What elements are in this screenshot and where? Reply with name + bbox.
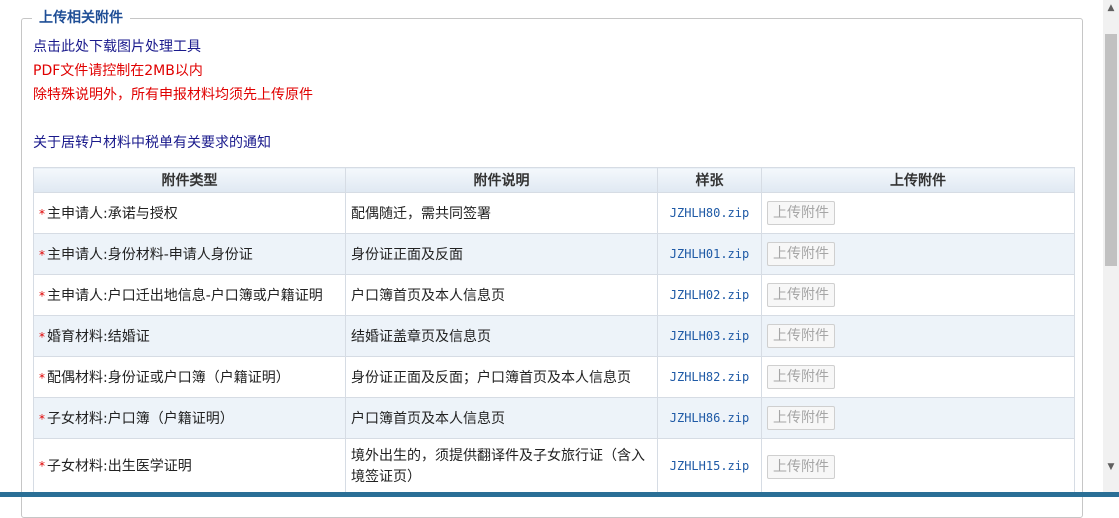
upload-cell: 上传附件 [761, 315, 1075, 357]
bottom-bar [0, 492, 1119, 497]
desc-cell: 户口簿首页及本人信息页 [345, 397, 658, 439]
type-label: 婚育材料:结婚证 [47, 329, 150, 345]
sample-download-link[interactable]: JZHLH01.zip [670, 247, 749, 261]
sample-cell: JZHLH02.zip [657, 274, 762, 316]
desc-cell: 身份证正面及反面 [345, 233, 658, 275]
required-mark: * [39, 412, 45, 426]
sample-download-link[interactable]: JZHLH03.zip [670, 329, 749, 343]
type-label: 主申请人:承诺与授权 [47, 206, 178, 222]
vertical-scrollbar[interactable]: ▲ ▼ [1103, 0, 1119, 497]
required-mark: * [39, 371, 45, 385]
sample-download-link[interactable]: JZHLH15.zip [670, 459, 749, 473]
upload-cell: 上传附件 [761, 274, 1075, 316]
table-row: * 婚育材料:结婚证 结婚证盖章页及信息页 JZHLH03.zip 上传附件 [33, 315, 1075, 357]
sample-download-link[interactable]: JZHLH80.zip [670, 206, 749, 220]
sample-cell: JZHLH82.zip [657, 356, 762, 398]
upload-attachment-button[interactable]: 上传附件 [767, 283, 835, 307]
type-cell: * 配偶材料:身份证或户口簿（户籍证明） [33, 356, 346, 398]
type-label: 主申请人:户口迁出地信息-户口簿或户籍证明 [47, 288, 323, 304]
upload-cell: 上传附件 [761, 438, 1075, 495]
table-row: * 子女材料:出生医学证明 境外出生的，须提供翻译件及子女旅行证（含入境签证页） … [33, 438, 1075, 495]
sample-cell: JZHLH03.zip [657, 315, 762, 357]
header-desc: 附件说明 [345, 167, 658, 193]
tax-notice-link[interactable]: 关于居转户材料中税单有关要求的通知 [33, 133, 271, 153]
sample-cell: JZHLH86.zip [657, 397, 762, 439]
upload-attachment-button[interactable]: 上传附件 [767, 365, 835, 389]
type-cell: * 主申请人:户口迁出地信息-户口簿或户籍证明 [33, 274, 346, 316]
table-row: * 主申请人:身份材料-申请人身份证 身份证正面及反面 JZHLH01.zip 上… [33, 233, 1075, 275]
pdf-limit-note: PDF文件请控制在2MB以内 [33, 63, 203, 79]
type-label: 主申请人:身份材料-申请人身份证 [47, 247, 253, 263]
section-title: 上传相关附件 [32, 8, 130, 28]
upload-cell: 上传附件 [761, 233, 1075, 275]
desc-cell: 境外出生的，须提供翻译件及子女旅行证（含入境签证页） [345, 438, 658, 495]
scroll-down-icon[interactable]: ▼ [1103, 459, 1119, 475]
sample-download-link[interactable]: JZHLH86.zip [670, 411, 749, 425]
header-type: 附件类型 [33, 167, 346, 193]
type-label: 配偶材料:身份证或户口簿（户籍证明） [47, 370, 290, 386]
sample-cell: JZHLH80.zip [657, 192, 762, 234]
header-sample: 样张 [657, 167, 762, 193]
required-mark: * [39, 207, 45, 221]
scroll-up-icon[interactable]: ▲ [1103, 0, 1119, 16]
sample-download-link[interactable]: JZHLH82.zip [670, 370, 749, 384]
sample-download-link[interactable]: JZHLH02.zip [670, 288, 749, 302]
header-upload: 上传附件 [761, 167, 1075, 193]
scrollbar-thumb[interactable] [1105, 34, 1117, 266]
type-cell: * 子女材料:出生医学证明 [33, 438, 346, 495]
sample-cell: JZHLH15.zip [657, 438, 762, 495]
required-mark: * [39, 458, 45, 473]
required-mark: * [39, 248, 45, 262]
table-row: * 主申请人:户口迁出地信息-户口簿或户籍证明 户口簿首页及本人信息页 JZHLH… [33, 274, 1075, 316]
desc-cell: 结婚证盖章页及信息页 [345, 315, 658, 357]
upload-attachment-button[interactable]: 上传附件 [767, 406, 835, 430]
desc-cell: 配偶随迁，需共同签署 [345, 192, 658, 234]
upload-cell: 上传附件 [761, 397, 1075, 439]
upload-attachment-button[interactable]: 上传附件 [767, 201, 835, 225]
type-cell: * 主申请人:承诺与授权 [33, 192, 346, 234]
required-mark: * [39, 330, 45, 344]
desc-cell: 户口簿首页及本人信息页 [345, 274, 658, 316]
type-label: 子女材料:户口簿（户籍证明） [47, 411, 234, 427]
upload-attachment-button[interactable]: 上传附件 [767, 324, 835, 348]
type-cell: * 婚育材料:结婚证 [33, 315, 346, 357]
table-row: * 子女材料:户口簿（户籍证明） 户口簿首页及本人信息页 JZHLH86.zip … [33, 397, 1075, 439]
attachments-table: 附件类型 附件说明 样张 上传附件 * 主申请人:承诺与授权 配偶随迁，需共同签署… [33, 167, 1075, 495]
upload-attachment-button[interactable]: 上传附件 [767, 454, 835, 479]
desc-cell: 身份证正面及反面；户口簿首页及本人信息页 [345, 356, 658, 398]
type-label: 子女材料:出生医学证明 [47, 458, 192, 475]
type-cell: * 主申请人:身份材料-申请人身份证 [33, 233, 346, 275]
table-header-row: 附件类型 附件说明 样张 上传附件 [33, 167, 1075, 193]
type-cell: * 子女材料:户口簿（户籍证明） [33, 397, 346, 439]
required-mark: * [39, 289, 45, 303]
sample-cell: JZHLH01.zip [657, 233, 762, 275]
table-row: * 主申请人:承诺与授权 配偶随迁，需共同签署 JZHLH80.zip 上传附件 [33, 192, 1075, 234]
table-row: * 配偶材料:身份证或户口簿（户籍证明） 身份证正面及反面；户口簿首页及本人信息页… [33, 356, 1075, 398]
upload-attachment-button[interactable]: 上传附件 [767, 242, 835, 266]
upload-cell: 上传附件 [761, 356, 1075, 398]
download-tool-link[interactable]: 点击此处下载图片处理工具 [33, 37, 201, 57]
original-required-note: 除特殊说明外，所有申报材料均须先上传原件 [33, 87, 313, 103]
upload-cell: 上传附件 [761, 192, 1075, 234]
